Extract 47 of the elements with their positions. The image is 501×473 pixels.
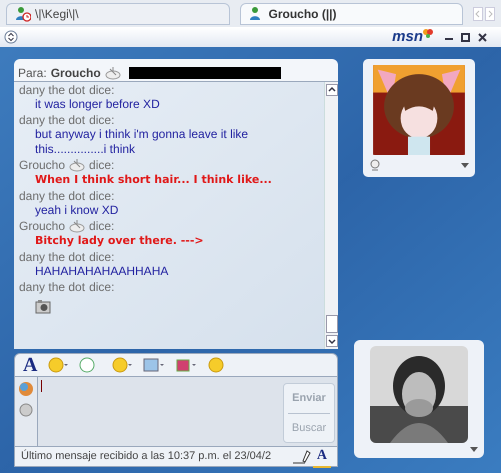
close-icon[interactable] [478,32,487,42]
buddy-icon [15,6,31,22]
message-text: HAHAHAHAHAAHHAHA [34,264,170,279]
to-label: Para: [18,65,47,82]
sender-name: dany the dot [19,83,86,97]
scrollbar[interactable] [324,82,338,349]
msn-logo: msn [392,26,423,47]
sender-verb: dice: [89,113,114,127]
conversation-tab[interactable]: \|\Kegi\|\ [6,2,230,24]
dish-icon [104,66,121,80]
scroll-left-icon[interactable] [473,6,483,20]
camera-icon [35,298,51,314]
picture-icon[interactable] [143,357,166,373]
sender-verb: dice: [89,158,114,172]
sender-name: dany the dot [19,250,86,264]
scroll-up-icon[interactable] [326,84,338,96]
font-icon[interactable]: A [23,355,38,375]
dish-icon [69,219,86,233]
handwriting-icon[interactable] [290,448,313,464]
conversation-tab[interactable]: Groucho (||) [240,2,463,24]
message-text: it was longer before XD [34,97,161,112]
contact-name: Groucho [50,65,101,82]
maximize-icon[interactable] [461,32,470,42]
sender-verb: dice: [89,189,114,203]
message-input[interactable] [37,377,281,446]
message-text: yeah i know XD [34,203,120,218]
sender-verb: dice: [89,280,114,294]
sender-name: Groucho [19,219,66,233]
scroll-down-icon[interactable] [326,335,338,347]
status-text: Último mensaje recibido a las 10:37 p.m. el 23/04/2 [21,448,272,464]
expand-icon[interactable] [4,30,18,44]
sender-verb: dice: [89,219,114,233]
sender-name: dany the dot [19,280,86,294]
message-text: but anyway i think i'm gonna leave it like this...............i think [34,127,250,157]
sender-name: dany the dot [19,189,86,203]
message-text: When I think short hair... I think like... [34,172,273,188]
dropdown-icon[interactable] [470,447,478,452]
sender-name: Groucho [19,158,66,172]
scroll-thumb[interactable] [326,315,338,333]
dish-icon [69,158,86,172]
message-text: Bitchy lady over there. ---> [34,233,205,249]
sender-name: dany the dot [19,113,86,127]
scroll-right-icon[interactable] [485,6,495,20]
gift-icon[interactable] [175,357,198,373]
sender-verb: dice: [89,83,114,97]
dropdown-icon[interactable] [461,162,469,168]
sender-verb: dice: [89,250,114,264]
